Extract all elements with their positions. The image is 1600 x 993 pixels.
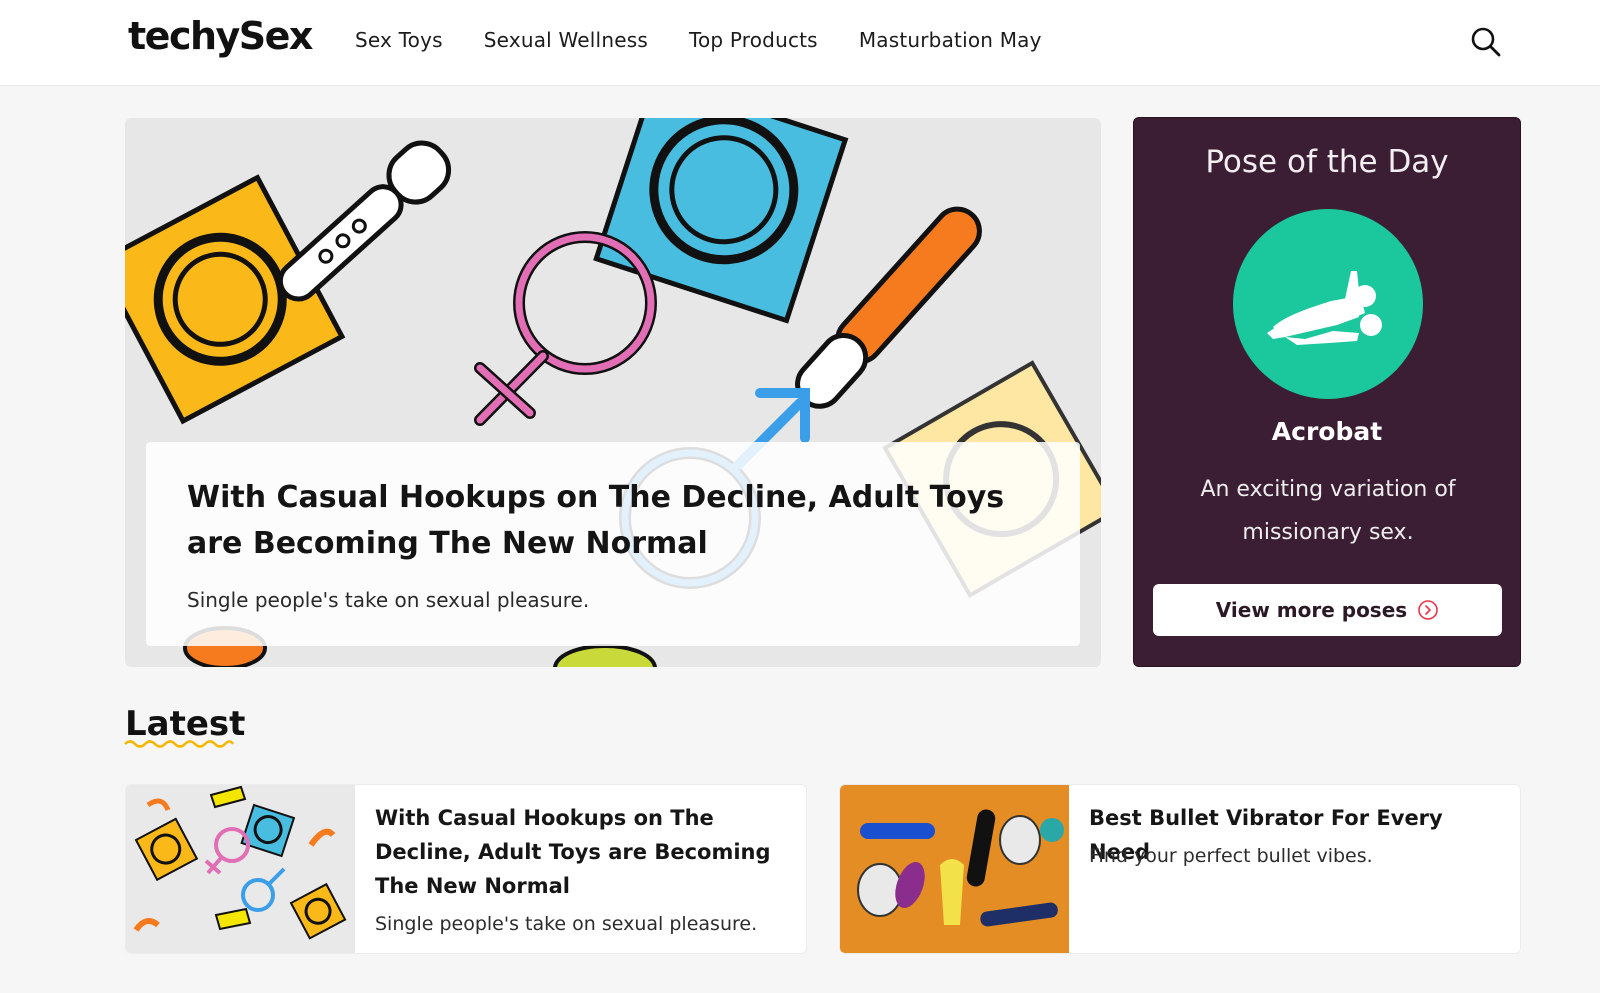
view-more-poses-button[interactable]: View more poses [1153,584,1502,636]
card-subtitle: Single people's take on sexual pleasure. [375,913,758,935]
pose-description: An exciting variation of missionary sex. [1200,477,1456,545]
latest-card-bullet-vibrator[interactable]: Best Bullet Vibrator For Every Need Find… [839,784,1521,954]
view-more-poses-label: View more poses [1215,598,1408,622]
card-title[interactable]: With Casual Hookups on The Decline, Adul… [375,801,785,903]
nav-sexual-wellness[interactable]: Sexual Wellness [484,28,648,52]
pose-heading: Pose of the Day [1205,144,1449,180]
main-nav: Sex Toys Sexual Wellness Top Products Ma… [355,28,1042,52]
squiggle-underline [124,740,235,748]
acrobat-pose-icon[interactable] [1233,209,1423,399]
card-subtitle: Find your perfect bullet vibes. [1089,845,1373,867]
hookups-thumbnail [126,785,355,953]
pose-of-the-day-panel: Pose of the Day Acrobat An exciting vari… [1133,117,1521,667]
hero-feature[interactable]: With Casual Hookups on The Decline, Adul… [125,118,1101,667]
nav-masturbation-may[interactable]: Masturbation May [859,28,1042,52]
hero-title[interactable]: With Casual Hookups on The Decline, Adul… [187,475,1037,567]
hero-caption-card: With Casual Hookups on The Decline, Adul… [146,442,1080,646]
nav-top-products[interactable]: Top Products [689,28,818,52]
hero-subtitle: Single people's take on sexual pleasure. [187,588,590,612]
search-icon[interactable] [1468,24,1504,60]
arrow-right-circle-icon [1418,600,1438,620]
site-header: techySex Sex Toys Sexual Wellness Top Pr… [0,0,1600,86]
pose-name: Acrobat [1271,417,1383,446]
bullet-vibrator-thumbnail [840,785,1069,953]
latest-card-hookups[interactable]: With Casual Hookups on The Decline, Adul… [125,784,807,954]
nav-sex-toys[interactable]: Sex Toys [355,28,443,52]
site-logo[interactable]: techySex [128,14,313,58]
